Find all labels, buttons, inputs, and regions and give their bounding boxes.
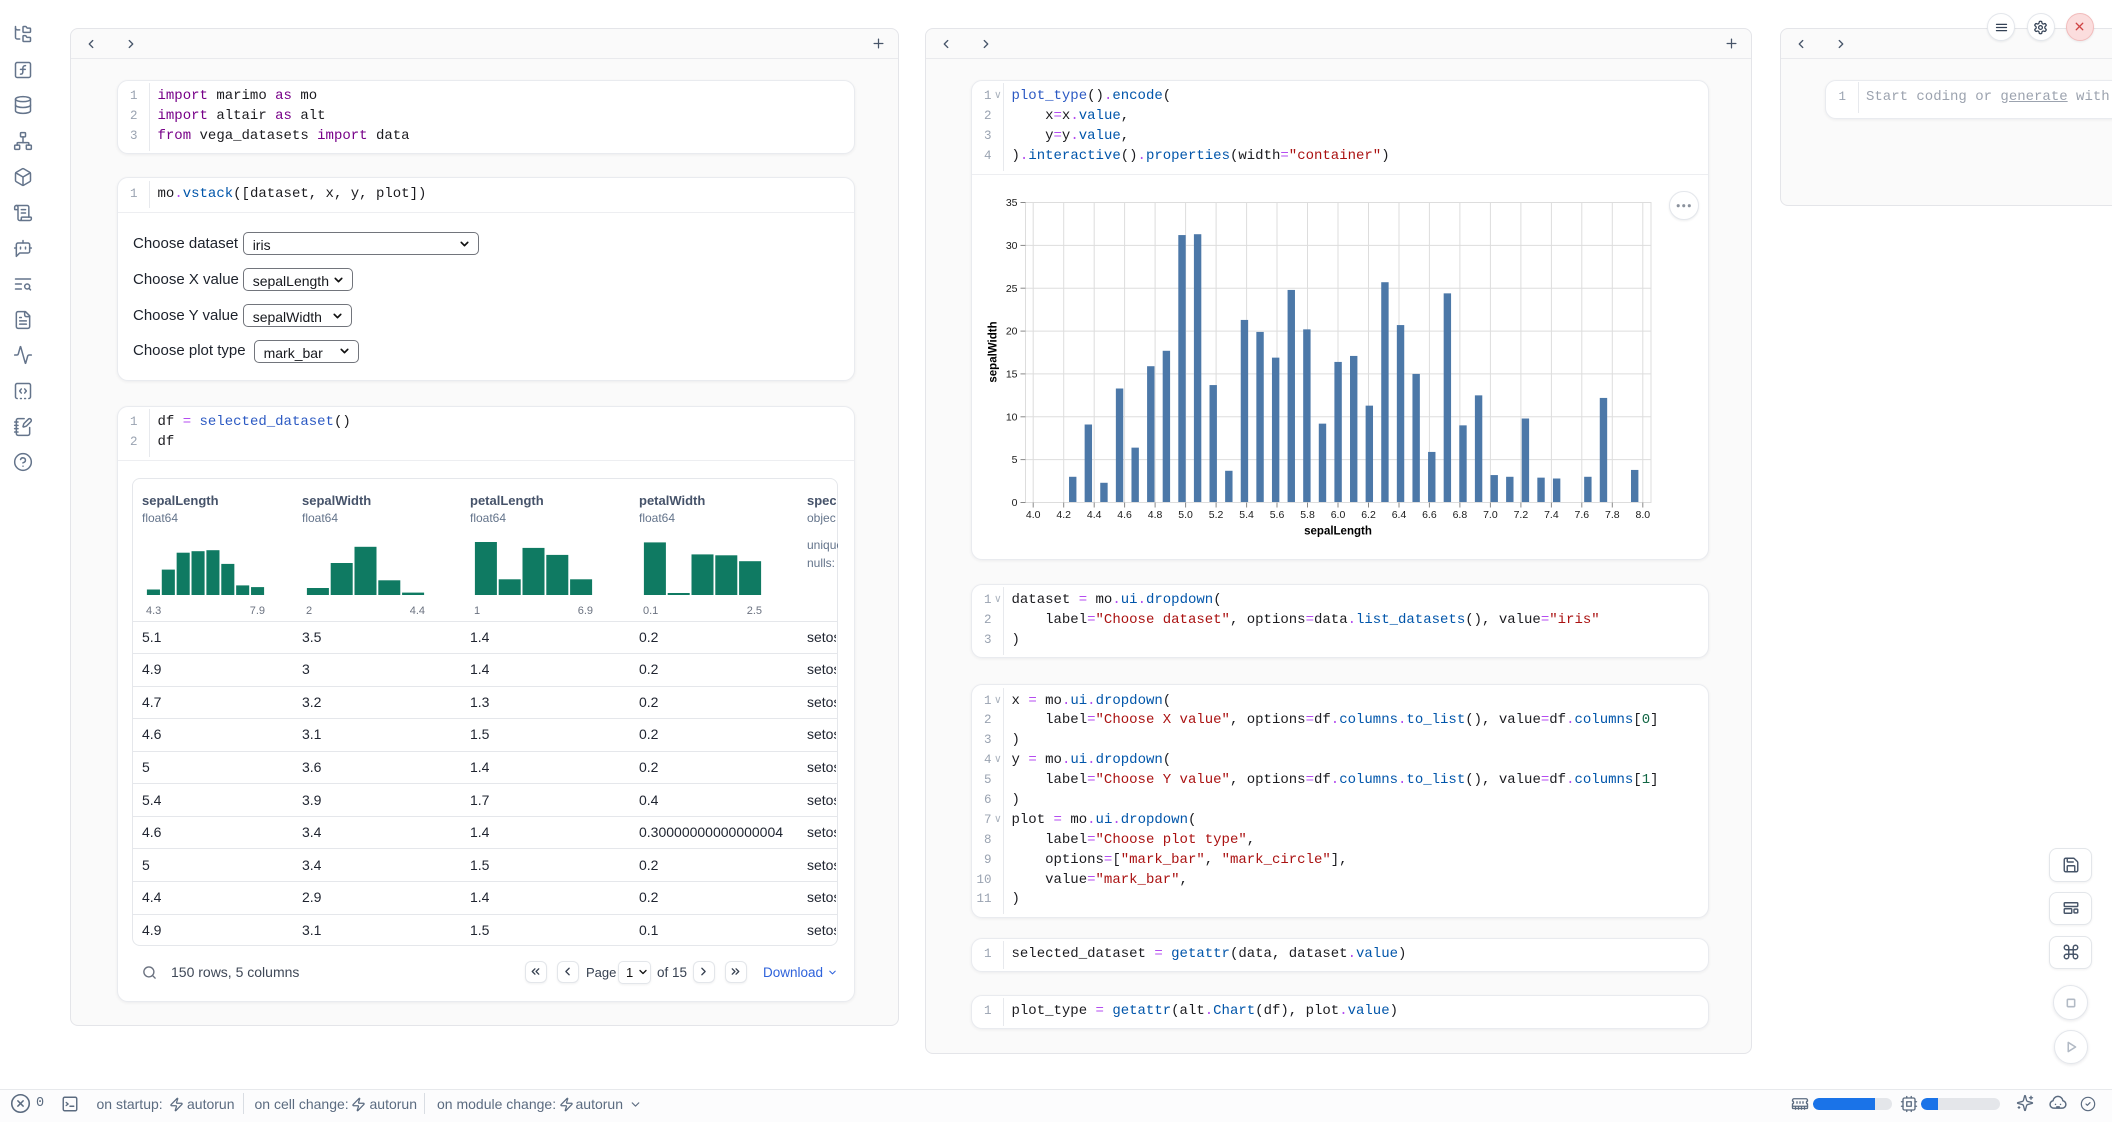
svg-text:4.2: 4.2 [1056, 509, 1071, 521]
svg-text:6.0: 6.0 [1330, 509, 1345, 521]
svg-text:7.2: 7.2 [1513, 509, 1528, 521]
svg-text:7.6: 7.6 [1574, 509, 1589, 521]
svg-text:7.4: 7.4 [1544, 509, 1559, 521]
svg-text:25: 25 [1005, 282, 1017, 294]
svg-text:6.8: 6.8 [1452, 509, 1467, 521]
svg-text:5: 5 [1011, 454, 1017, 466]
svg-text:7.0: 7.0 [1483, 509, 1498, 521]
svg-text:5.6: 5.6 [1269, 509, 1284, 521]
svg-text:35: 35 [1005, 197, 1017, 209]
svg-text:6.2: 6.2 [1361, 509, 1376, 521]
svg-text:sepalLength: sepalLength [1304, 525, 1372, 537]
svg-text:4.4: 4.4 [1086, 509, 1101, 521]
svg-text:15: 15 [1005, 368, 1017, 380]
svg-text:20: 20 [1005, 325, 1017, 337]
svg-text:6.6: 6.6 [1422, 509, 1437, 521]
svg-text:6.4: 6.4 [1391, 509, 1406, 521]
svg-text:7.8: 7.8 [1604, 509, 1619, 521]
svg-text:4.6: 4.6 [1117, 509, 1132, 521]
svg-text:4.0: 4.0 [1025, 509, 1040, 521]
svg-text:8.0: 8.0 [1635, 509, 1650, 521]
svg-text:4.8: 4.8 [1147, 509, 1162, 521]
svg-text:sepalWidth: sepalWidth [987, 321, 999, 382]
svg-text:5.2: 5.2 [1208, 509, 1223, 521]
svg-text:5.0: 5.0 [1178, 509, 1193, 521]
svg-text:5.4: 5.4 [1239, 509, 1254, 521]
svg-text:10: 10 [1005, 411, 1017, 423]
svg-text:5.8: 5.8 [1300, 509, 1315, 521]
svg-text:30: 30 [1005, 240, 1017, 252]
svg-text:0: 0 [1011, 497, 1017, 509]
